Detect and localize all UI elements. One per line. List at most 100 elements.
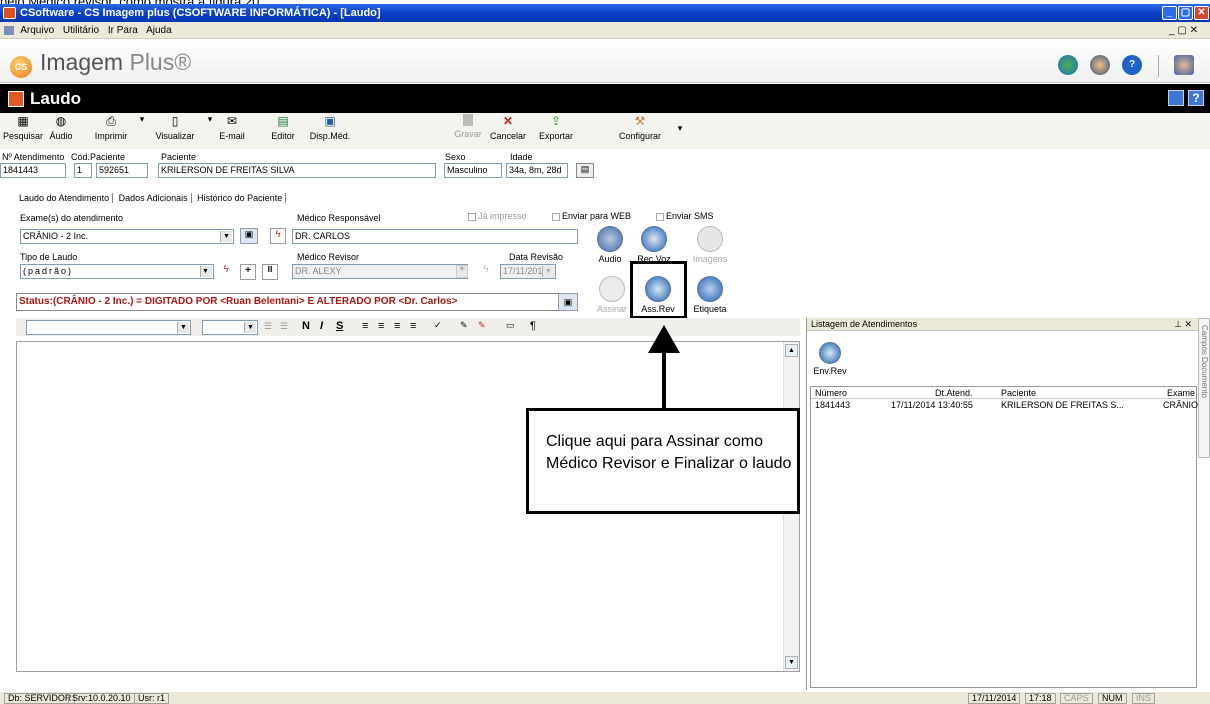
align-center-icon[interactable]: ≡ xyxy=(378,320,384,332)
menu-arquivo[interactable]: Arquivo xyxy=(20,25,54,36)
toolbar: ▦ Pesquisar ◍ Áudio ⎙ Imprimir ▾ ▯ Visualiza… xyxy=(0,113,1210,149)
col-dt-atend[interactable]: Dt.Atend. xyxy=(935,387,973,399)
menu-utilitario[interactable]: Utilitário xyxy=(63,25,99,36)
pesquisar-button[interactable]: ▦ Pesquisar xyxy=(2,114,44,141)
date-status: 17/11/2014 xyxy=(968,693,1021,704)
col-exame[interactable]: Exame xyxy=(1167,387,1195,399)
close-button[interactable]: ✕ xyxy=(1194,6,1209,20)
bold-button[interactable]: N xyxy=(302,320,310,332)
lightning-icon[interactable]: ϟ xyxy=(218,264,234,280)
help-icon[interactable]: ? xyxy=(1188,90,1204,106)
audio-button[interactable]: ◍ Áudio xyxy=(46,114,76,141)
usr-status: Usr: r1 xyxy=(134,693,169,704)
paciente-label: Paciente xyxy=(161,152,197,162)
gravar-button[interactable]: Gravar xyxy=(450,114,486,139)
rec-voz-button[interactable]: Rec.Voz xyxy=(634,226,674,264)
mdi-controls[interactable]: _ ▢ ✕ xyxy=(1169,22,1198,39)
list-item[interactable]: 1841443 17/11/2014 13:40:55 KRILERSON DE… xyxy=(811,399,1199,411)
configurar-dropdown[interactable]: ▾ xyxy=(676,123,684,134)
audio-round-button[interactable]: Audio xyxy=(590,226,630,264)
atendimento-field[interactable]: 1841443 xyxy=(0,163,66,178)
monitor-icon[interactable]: ▣ xyxy=(240,228,258,244)
status-bar: Db: SERVIDOR Srv:10.0.20.10 Usr: r1 17/1… xyxy=(0,692,1210,704)
cancelar-button[interactable]: ✕ Cancelar xyxy=(488,114,528,141)
minimize-button[interactable]: _ xyxy=(1162,6,1177,20)
cod-paciente-field[interactable]: 592651 xyxy=(96,163,148,178)
imprimir-dropdown[interactable]: ▾ xyxy=(138,114,146,125)
module-title: Laudo xyxy=(30,89,81,108)
col-paciente[interactable]: Paciente xyxy=(1001,387,1036,399)
add-button[interactable]: + xyxy=(240,264,256,280)
chevron-down-icon: ▼ xyxy=(177,322,189,333)
campos-documento-tab[interactable]: Campos Documento xyxy=(1198,318,1210,458)
highlight-icon[interactable]: ✎ xyxy=(460,320,468,331)
list-icon[interactable]: Ⅲ xyxy=(262,264,278,280)
maximize-button[interactable]: ▢ xyxy=(1178,6,1193,20)
italic-button[interactable]: I xyxy=(320,320,323,332)
scroll-down-icon[interactable]: ▼ xyxy=(785,656,798,669)
help-icon[interactable]: ? xyxy=(1122,55,1142,75)
seq-field[interactable]: 1 xyxy=(74,163,92,178)
enviar-web-check[interactable]: Enviar para WEB xyxy=(552,211,631,221)
globe-icon[interactable] xyxy=(1058,55,1078,75)
enviar-sms-check[interactable]: Enviar SMS xyxy=(656,211,714,221)
etiqueta-button[interactable]: Etiqueta xyxy=(690,276,730,314)
logout-icon[interactable] xyxy=(1174,55,1194,75)
medico-resp-field[interactable]: DR. CARLOS xyxy=(292,229,578,244)
underline-button[interactable]: S xyxy=(336,320,343,332)
bullet-list-icon[interactable]: ☰ xyxy=(264,321,272,332)
list-header: Número Dt.Atend. Paciente Exame xyxy=(811,387,1196,399)
menu-ir-para[interactable]: Ir Para xyxy=(108,25,138,36)
tab-laudo-atendimento[interactable]: Laudo do Atendimento xyxy=(16,193,114,203)
spellcheck-icon[interactable]: ✓ xyxy=(434,320,442,331)
visualizar-button[interactable]: ▯ Visualizar xyxy=(150,114,200,141)
paciente-field[interactable]: KRILERSON DE FREITAS SILVA xyxy=(158,163,436,178)
ja-impresso-check[interactable]: Já impresso xyxy=(468,211,527,221)
align-left-icon[interactable]: ≡ xyxy=(362,320,368,332)
col-numero[interactable]: Número xyxy=(815,387,847,399)
editor-button[interactable]: ▤ Editor xyxy=(268,114,298,141)
lightning-icon[interactable]: ϟ xyxy=(270,228,286,244)
refresh-icon[interactable] xyxy=(1168,90,1184,106)
env-rev-button[interactable]: Env.Rev xyxy=(813,342,847,376)
doc-icon xyxy=(4,25,14,35)
exportar-button[interactable]: ⇪ Exportar xyxy=(534,114,578,141)
row-exame: CRÂNIO xyxy=(1163,400,1199,410)
imprimir-button[interactable]: ⎙ Imprimir xyxy=(88,114,134,141)
sexo-field[interactable]: Masculino xyxy=(444,163,502,178)
justify-icon[interactable]: ≡ xyxy=(410,320,416,332)
font-select[interactable]: ▼ xyxy=(26,320,191,335)
paragraph-icon[interactable]: ¶ xyxy=(530,320,536,332)
number-list-icon[interactable]: ☰ xyxy=(280,321,288,332)
export-icon: ⇪ xyxy=(550,114,562,128)
email-button[interactable]: ✉ E-mail xyxy=(212,114,252,141)
lightning-icon[interactable]: ϟ xyxy=(478,264,494,280)
pin-close-icons[interactable]: ⊥ ✕ xyxy=(1174,318,1192,331)
monitor-icon[interactable]: ▣ xyxy=(558,293,578,311)
data-revisao-field[interactable]: 17/11/2014 ▼ xyxy=(500,264,556,279)
configurar-button[interactable]: ⚒ Configurar xyxy=(614,114,666,141)
envelope-icon: ✉ xyxy=(226,114,238,128)
audio-icon: ◍ xyxy=(55,114,67,128)
field-icon[interactable]: ▭ xyxy=(506,320,515,331)
user-icon[interactable] xyxy=(1090,55,1110,75)
assinar-button[interactable]: Assinar xyxy=(592,276,632,314)
exame-select[interactable]: CRÂNIO - 2 Inc. ▼ xyxy=(20,229,234,244)
audio-icon xyxy=(597,226,623,252)
highlight-red-icon[interactable]: ✎ xyxy=(478,320,486,331)
disp-med-button[interactable]: ▣ Disp.Méd. xyxy=(306,114,354,141)
divider xyxy=(1158,55,1159,77)
tab-historico-paciente[interactable]: Histórico do Paciente xyxy=(194,193,287,203)
chevron-down-icon[interactable]: ▼ xyxy=(456,265,468,278)
imagens-button[interactable]: Imagens xyxy=(690,226,730,264)
font-size-select[interactable]: ▼ xyxy=(202,320,258,335)
tipo-laudo-select[interactable]: (padrão) ▼ xyxy=(20,264,214,279)
menu-ajuda[interactable]: Ajuda xyxy=(146,25,172,36)
align-right-icon[interactable]: ≡ xyxy=(394,320,400,332)
idade-field[interactable]: 34a, 8m, 28d xyxy=(506,163,568,178)
calendar-icon[interactable]: ▤ xyxy=(576,163,594,178)
scroll-up-icon[interactable]: ▲ xyxy=(785,344,798,357)
tab-dados-adicionais[interactable]: Dados Adicionais xyxy=(115,193,192,203)
medico-revisor-field[interactable]: DR. ALEXY xyxy=(292,264,468,279)
listagem-panel: Listagem de Atendimentos ⊥ ✕ Env.Rev Núme… xyxy=(806,318,1198,690)
